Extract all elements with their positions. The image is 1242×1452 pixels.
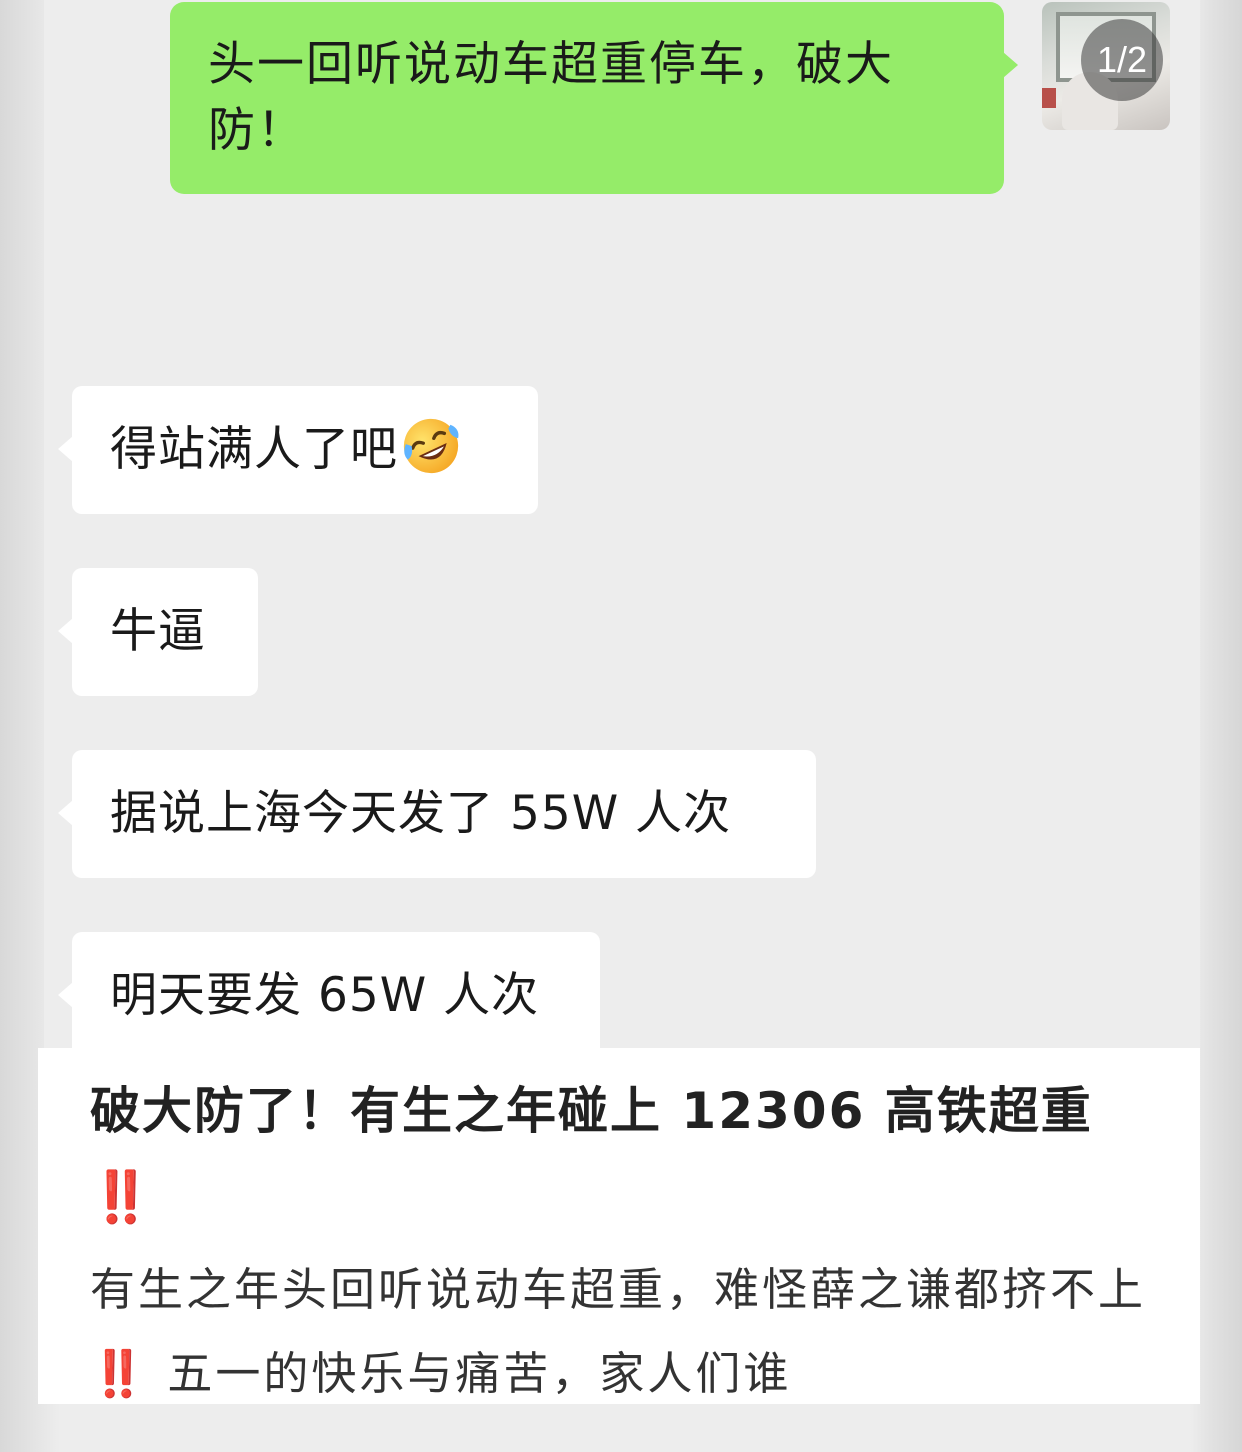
double-exclamation-icon: ‼️ [90, 1168, 152, 1226]
received-message-bubble[interactable]: 牛逼 [58, 568, 258, 696]
received-message-text: 明天要发 65W 人次 [110, 968, 540, 1023]
sent-message-text: 头一回听说动车超重停车，破大防！ [208, 37, 894, 158]
article-title: 破大防了！有生之年碰上 12306 高铁超重 ‼️ [90, 1068, 1150, 1240]
text-fade-overlay [808, 1330, 1138, 1396]
received-message-bubble[interactable]: 得站满人了吧 [58, 386, 538, 514]
received-bubble-tail [58, 982, 73, 1008]
received-message-bubble[interactable]: 据说上海今天发了 55W 人次 [58, 750, 816, 878]
article-title-text: 破大防了！有生之年碰上 12306 高铁超重 [90, 1082, 1093, 1140]
received-message-text: 据说上海今天发了 55W 人次 [110, 786, 732, 841]
received-message-text: 牛逼 [110, 604, 206, 659]
screenshot-frame: 头一回听说动车超重停车，破大防！ 1/2 得站满人了吧 牛逼 据说上海今天发了 … [0, 0, 1242, 1452]
article-excerpt-part1: 有生之年头回听说动车超重，难怪薛之谦都挤不上 [90, 1263, 1147, 1316]
double-exclamation-icon: ‼️ [90, 1347, 146, 1400]
sent-message-bubble[interactable]: 头一回听说动车超重停车，破大防！ [170, 2, 1018, 194]
received-bubble-tail [58, 436, 73, 462]
received-bubble-tail [58, 618, 73, 644]
received-message-text: 得站满人了吧 [110, 422, 398, 477]
article-excerpt-part2: 五一的快乐与痛苦，家人们谁 [167, 1347, 792, 1400]
received-message-bubble[interactable]: 明天要发 65W 人次 [58, 932, 600, 1060]
rolling-laughing-emoji-icon [400, 415, 462, 477]
sent-bubble-tail [1003, 52, 1018, 78]
avatar-red-shape [1042, 88, 1056, 108]
image-counter-badge: 1/2 [1081, 19, 1163, 101]
received-bubble-tail [58, 800, 73, 826]
